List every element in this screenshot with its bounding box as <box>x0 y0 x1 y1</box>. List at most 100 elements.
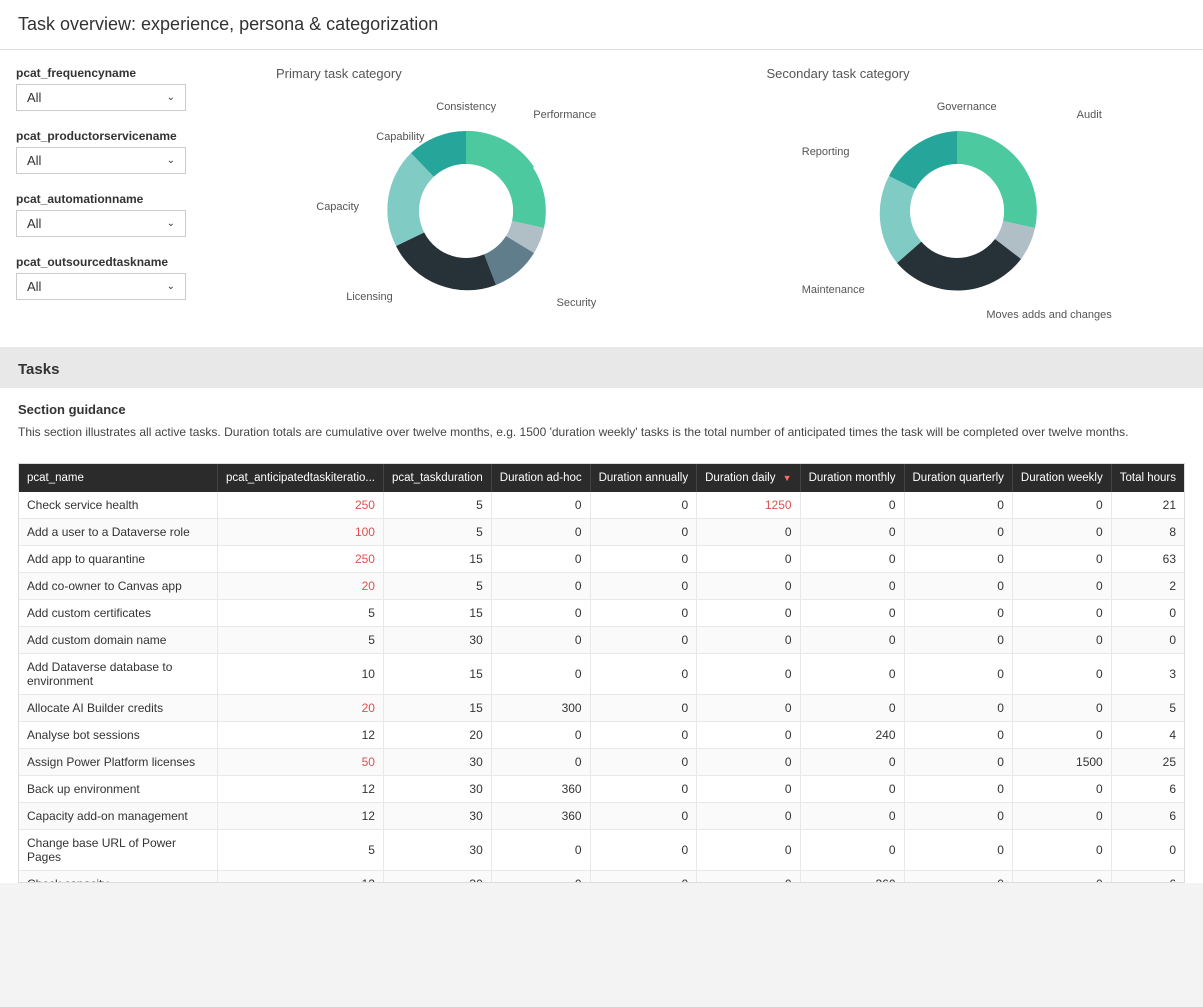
cell-duration_annually: 0 <box>590 830 697 871</box>
cell-duration_adhoc: 0 <box>491 871 590 884</box>
cell-duration_annually: 0 <box>590 654 697 695</box>
filter-group-productorservice: pcat_productorservicename All ⌄ <box>16 129 220 174</box>
primary-chart-container: Primary task category <box>236 66 697 331</box>
col-weekly[interactable]: Duration weekly <box>1012 464 1111 492</box>
filter-select-outsourced[interactable]: All ⌄ <box>16 273 186 300</box>
cell-duration_quarterly: 0 <box>904 654 1012 695</box>
cell-duration_monthly: 0 <box>800 519 904 546</box>
filter-label-frequency: pcat_frequencyname <box>16 66 220 80</box>
guidance-text: This section illustrates all active task… <box>18 423 1185 441</box>
primary-chart: Performance Consistency Capability Capac… <box>316 91 616 331</box>
cell-pcat_taskduration: 20 <box>383 722 491 749</box>
cell-duration_monthly: 0 <box>800 776 904 803</box>
cell-duration_monthly: 0 <box>800 749 904 776</box>
table-row: Add app to quarantine2501500000063 <box>19 546 1184 573</box>
col-pcat-name[interactable]: pcat_name <box>19 464 218 492</box>
cell-duration_weekly: 0 <box>1012 776 1111 803</box>
cell-duration_daily: 0 <box>697 830 800 871</box>
cell-duration_adhoc: 360 <box>491 803 590 830</box>
cell-total_hours: 3 <box>1111 654 1184 695</box>
cell-duration_annually: 0 <box>590 492 697 519</box>
cell-duration_annually: 0 <box>590 546 697 573</box>
cell-duration_annually: 0 <box>590 803 697 830</box>
chevron-down-icon: ⌄ <box>167 155 175 166</box>
cell-total_hours: 25 <box>1111 749 1184 776</box>
secondary-chart-container: Secondary task category <box>727 66 1188 331</box>
cell-duration_annually: 0 <box>590 749 697 776</box>
col-annually[interactable]: Duration annually <box>590 464 697 492</box>
cell-duration_daily: 0 <box>697 776 800 803</box>
cell-duration_annually: 0 <box>590 519 697 546</box>
filter-group-automation: pcat_automationname All ⌄ <box>16 192 220 237</box>
col-monthly[interactable]: Duration monthly <box>800 464 904 492</box>
table-row: Change base URL of Power Pages5300000000 <box>19 830 1184 871</box>
cell-duration_quarterly: 0 <box>904 871 1012 884</box>
tasks-table: pcat_name pcat_anticipatedtaskiteratio..… <box>19 464 1184 883</box>
cell-total_hours: 0 <box>1111 600 1184 627</box>
label-performance: Performance <box>533 109 596 121</box>
cell-duration_weekly: 0 <box>1012 830 1111 871</box>
cell-total_hours: 8 <box>1111 519 1184 546</box>
cell-pcat_name: Add custom domain name <box>19 627 218 654</box>
cell-pcat_taskduration: 5 <box>383 492 491 519</box>
cell-duration_adhoc: 0 <box>491 519 590 546</box>
cell-duration_monthly: 0 <box>800 830 904 871</box>
cell-pcat_taskduration: 15 <box>383 654 491 695</box>
col-taskduration[interactable]: pcat_taskduration <box>383 464 491 492</box>
cell-duration_monthly: 0 <box>800 546 904 573</box>
cell-total_hours: 2 <box>1111 573 1184 600</box>
cell-duration_quarterly: 0 <box>904 722 1012 749</box>
cell-pcat_name: Add co-owner to Canvas app <box>19 573 218 600</box>
cell-duration_daily: 0 <box>697 722 800 749</box>
table-wrapper[interactable]: pcat_name pcat_anticipatedtaskiteratio..… <box>18 463 1185 883</box>
filter-group-outsourced: pcat_outsourcedtaskname All ⌄ <box>16 255 220 300</box>
cell-pcat_taskduration: 30 <box>383 830 491 871</box>
cell-pcat_name: Capacity add-on management <box>19 803 218 830</box>
cell-duration_adhoc: 0 <box>491 749 590 776</box>
cell-pcat_anticipatedtaskiteration: 12 <box>218 871 384 884</box>
col-adhoc[interactable]: Duration ad-hoc <box>491 464 590 492</box>
col-total-hours[interactable]: Total hours <box>1111 464 1184 492</box>
cell-duration_weekly: 1500 <box>1012 749 1111 776</box>
label-maintenance: Maintenance <box>802 284 865 296</box>
cell-pcat_taskduration: 5 <box>383 519 491 546</box>
cell-pcat_name: Analyse bot sessions <box>19 722 218 749</box>
cell-pcat_anticipatedtaskiteration: 5 <box>218 600 384 627</box>
col-daily[interactable]: Duration daily ▼ <box>697 464 800 492</box>
label-licensing: Licensing <box>346 291 392 303</box>
filter-select-frequency[interactable]: All ⌄ <box>16 84 186 111</box>
section-guidance: Section guidance This section illustrate… <box>0 388 1203 451</box>
cell-pcat_anticipatedtaskiteration: 250 <box>218 546 384 573</box>
label-moves-adds: Moves adds and changes <box>986 309 1111 321</box>
cell-duration_quarterly: 0 <box>904 695 1012 722</box>
cell-duration_daily: 0 <box>697 546 800 573</box>
filter-select-automation[interactable]: All ⌄ <box>16 210 186 237</box>
cell-duration_weekly: 0 <box>1012 492 1111 519</box>
chevron-down-icon: ⌄ <box>167 281 175 292</box>
filter-label-outsourced: pcat_outsourcedtaskname <box>16 255 220 269</box>
cell-duration_annually: 0 <box>590 722 697 749</box>
cell-duration_quarterly: 0 <box>904 546 1012 573</box>
col-iterations[interactable]: pcat_anticipatedtaskiteratio... <box>218 464 384 492</box>
cell-pcat_anticipatedtaskiteration: 20 <box>218 573 384 600</box>
table-row: Add a user to a Dataverse role1005000000… <box>19 519 1184 546</box>
table-row: Check capacity1230000360006 <box>19 871 1184 884</box>
cell-duration_monthly: 360 <box>800 871 904 884</box>
col-quarterly[interactable]: Duration quarterly <box>904 464 1012 492</box>
label-reporting: Reporting <box>802 146 850 158</box>
cell-duration_weekly: 0 <box>1012 722 1111 749</box>
cell-duration_monthly: 0 <box>800 695 904 722</box>
table-section: pcat_name pcat_anticipatedtaskiteratio..… <box>0 451 1203 883</box>
cell-duration_adhoc: 0 <box>491 627 590 654</box>
filter-select-productorservice[interactable]: All ⌄ <box>16 147 186 174</box>
filters-panel: pcat_frequencyname All ⌄ pcat_productors… <box>16 66 236 331</box>
cell-pcat_anticipatedtaskiteration: 5 <box>218 830 384 871</box>
filter-label-productorservice: pcat_productorservicename <box>16 129 220 143</box>
cell-pcat_taskduration: 30 <box>383 803 491 830</box>
cell-duration_daily: 0 <box>697 749 800 776</box>
cell-duration_daily: 0 <box>697 803 800 830</box>
cell-pcat_anticipatedtaskiteration: 250 <box>218 492 384 519</box>
filter-label-automation: pcat_automationname <box>16 192 220 206</box>
cell-duration_weekly: 0 <box>1012 546 1111 573</box>
cell-pcat_name: Add app to quarantine <box>19 546 218 573</box>
